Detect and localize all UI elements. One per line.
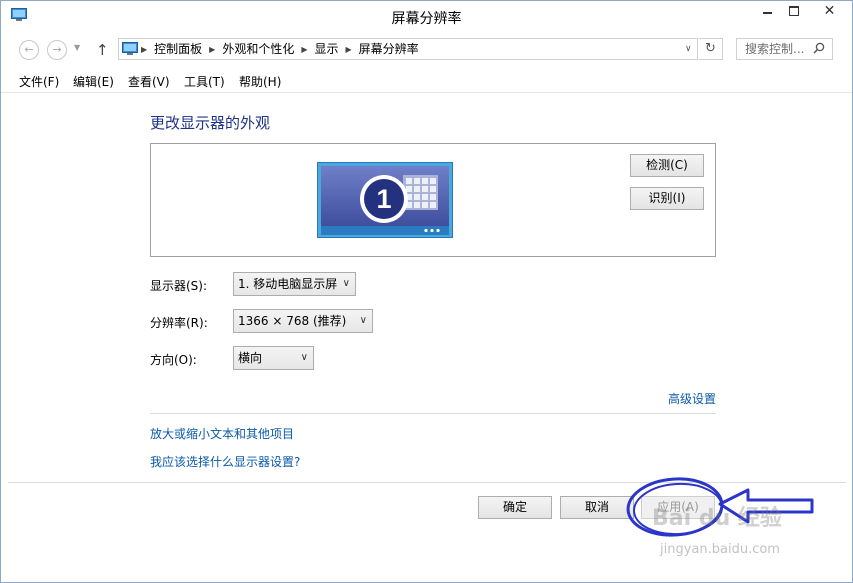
chevron-down-icon: ∨: [342, 278, 350, 289]
breadcrumb: ▶ 控制面板 ▶ 外观和个性化 ▶ 显示 ▶ 屏幕分辨率: [141, 39, 419, 59]
minimize-icon: [763, 12, 772, 14]
back-arrow-icon: ←: [24, 43, 34, 56]
up-arrow-icon[interactable]: ↑: [96, 41, 109, 59]
breadcrumb-item-screen-resolution[interactable]: 屏幕分辨率: [359, 42, 419, 56]
search-icon: [813, 42, 825, 54]
chevron-down-icon: ∨: [300, 352, 308, 363]
orientation-select[interactable]: 横向 ∨: [233, 346, 314, 370]
menu-help[interactable]: 帮助(H): [239, 73, 281, 90]
display-select[interactable]: 1. 移动电脑显示屏 ∨: [233, 272, 356, 296]
window-title: 屏幕分辨率: [391, 11, 462, 27]
close-icon: ✕: [823, 3, 836, 19]
back-button[interactable]: ←: [19, 40, 39, 60]
breadcrumb-separator-icon[interactable]: ▶: [301, 45, 307, 54]
chevron-down-icon: ∨: [359, 315, 367, 326]
screen-resolution-window: 屏幕分辨率 ✕ ← → ▼ ↑ ▶ 控制面板 ▶ 外观和个性化 ▶ 显示 ▶ 屏幕分辨率 ∨ …: [0, 0, 853, 583]
advanced-settings-link[interactable]: 高级设置: [668, 390, 716, 407]
orientation-label: 方向(O):: [150, 353, 197, 367]
menu-bar: 文件(F) 编辑(E) 查看(V) 工具(T) 帮助(H): [1, 68, 852, 93]
search-input[interactable]: 搜索控制...: [736, 38, 833, 60]
page-title: 更改显示器的外观: [150, 114, 271, 132]
cancel-button[interactable]: 取消: [560, 496, 634, 519]
address-dropdown-icon[interactable]: ∨: [685, 39, 692, 59]
resolution-select[interactable]: 1366 × 768 (推荐) ∨: [233, 309, 373, 333]
orientation-select-value: 横向: [238, 351, 263, 365]
display-select-value: 1. 移动电脑显示屏: [238, 277, 338, 291]
recent-locations-icon[interactable]: ▼: [74, 43, 80, 52]
resolution-select-value: 1366 × 768 (推荐): [238, 314, 347, 328]
address-bar[interactable]: ▶ 控制面板 ▶ 外观和个性化 ▶ 显示 ▶ 屏幕分辨率 ∨: [118, 38, 698, 60]
menu-view[interactable]: 查看(V): [128, 73, 170, 90]
forward-arrow-icon: →: [52, 43, 62, 56]
ok-button[interactable]: 确定: [478, 496, 552, 519]
minimize-button[interactable]: [754, 1, 780, 23]
menu-file[interactable]: 文件(F): [19, 73, 59, 90]
breadcrumb-separator-icon[interactable]: ▶: [346, 45, 352, 54]
close-button[interactable]: ✕: [807, 1, 852, 23]
identify-button[interactable]: 识别(I): [630, 187, 704, 210]
watermark-logo: Bai du 经验: [652, 506, 782, 531]
display-settings-help-link[interactable]: 我应该选择什么显示器设置?: [150, 453, 300, 470]
refresh-icon: ↻: [705, 41, 716, 56]
maximize-icon: [789, 6, 799, 16]
breadcrumb-separator-icon[interactable]: ▶: [209, 45, 215, 54]
detect-button[interactable]: 检测(C): [630, 154, 704, 177]
breadcrumb-item-appearance[interactable]: 外观和个性化: [222, 42, 294, 56]
search-placeholder: 搜索控制...: [745, 42, 805, 56]
monitor-number-label: 1: [376, 184, 391, 214]
text-size-link[interactable]: 放大或缩小文本和其他项目: [150, 425, 294, 442]
watermark-url: jingyan.baidu.com: [660, 542, 780, 557]
navigation-bar: ← → ▼ ↑ ▶ 控制面板 ▶ 外观和个性化 ▶ 显示 ▶ 屏幕分辨率 ∨ ↻ 搜索控制..…: [1, 35, 852, 65]
title-bar[interactable]: 屏幕分辨率 ✕: [1, 1, 852, 31]
menu-edit[interactable]: 编辑(E): [73, 73, 114, 90]
maximize-button[interactable]: [781, 1, 807, 23]
divider: [150, 413, 716, 414]
monitor-1-icon[interactable]: 1: [317, 162, 453, 238]
breadcrumb-item-control-panel[interactable]: 控制面板: [154, 42, 202, 56]
menu-tools[interactable]: 工具(T): [184, 73, 225, 90]
display-label: 显示器(S):: [150, 279, 208, 293]
refresh-button[interactable]: ↻: [699, 38, 723, 60]
breadcrumb-separator-icon[interactable]: ▶: [141, 45, 147, 54]
breadcrumb-item-display[interactable]: 显示: [315, 42, 339, 56]
forward-button[interactable]: →: [47, 40, 67, 60]
resolution-label: 分辨率(R):: [150, 316, 208, 330]
control-panel-icon: [122, 42, 138, 55]
